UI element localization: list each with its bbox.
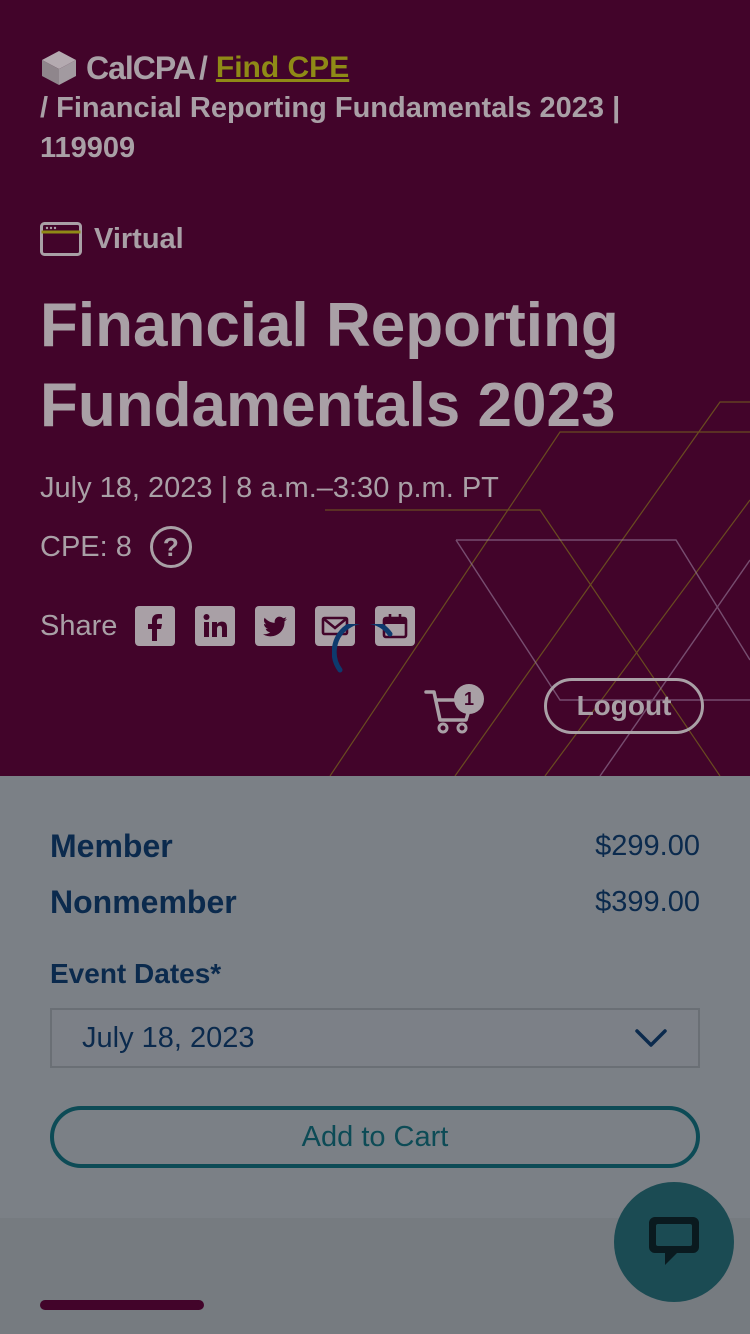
breadcrumb: CalCPA / Find CPE / Financial Reporting … [40, 48, 680, 168]
price-value: $399.00 [595, 886, 700, 918]
share-label: Share [40, 609, 118, 642]
event-dates-label: Event Dates* [50, 958, 222, 989]
pricing-panel: Member $299.00 Nonmember $399.00 Event D… [0, 776, 750, 1218]
selected-date: July 18, 2023 [82, 1021, 255, 1054]
chat-bubble-icon [649, 1217, 699, 1265]
cpe-info: CPE: 8 ? [40, 526, 192, 568]
linkedin-icon[interactable] [195, 606, 236, 646]
event-hero: CalCPA / Find CPE / Financial Reporting … [0, 0, 750, 776]
price-row-nonmember: Nonmember $399.00 [50, 884, 700, 921]
chat-button[interactable] [614, 1182, 734, 1302]
logout-button[interactable]: Logout [544, 678, 704, 734]
breadcrumb-current: / Financial Reporting Fundamentals 2023 … [40, 92, 621, 164]
price-label: Member [50, 828, 173, 864]
loading-spinner-icon [332, 624, 393, 673]
add-to-cart-button[interactable]: Add to Cart [50, 1106, 700, 1168]
event-title: Financial Reporting Fundamentals 2023 [40, 291, 619, 440]
twitter-icon[interactable] [255, 606, 296, 646]
event-date-time: July 18, 2023 | 8 a.m.–3:30 p.m. PT [40, 472, 499, 504]
price-value: $299.00 [595, 830, 700, 862]
cpe-help-icon[interactable]: ? [149, 526, 192, 568]
event-format: Virtual [40, 222, 184, 256]
cart-count-badge: 1 [454, 684, 484, 714]
calcpa-logo-icon [42, 51, 76, 85]
scroll-indicator [40, 1300, 204, 1310]
cpe-credits: CPE: 8 [40, 530, 132, 563]
chevron-down-icon [635, 1029, 667, 1047]
format-label: Virtual [94, 222, 184, 255]
event-date-select[interactable]: July 18, 2023 [50, 1008, 700, 1068]
price-label: Nonmember [50, 884, 237, 920]
find-cpe-link[interactable]: Find CPE [216, 48, 349, 88]
logo-text[interactable]: CalCPA [86, 48, 196, 88]
virtual-browser-icon [40, 222, 82, 256]
price-row-member: Member $299.00 [50, 828, 700, 865]
breadcrumb-separator: / [198, 50, 208, 86]
facebook-icon[interactable] [135, 606, 176, 646]
